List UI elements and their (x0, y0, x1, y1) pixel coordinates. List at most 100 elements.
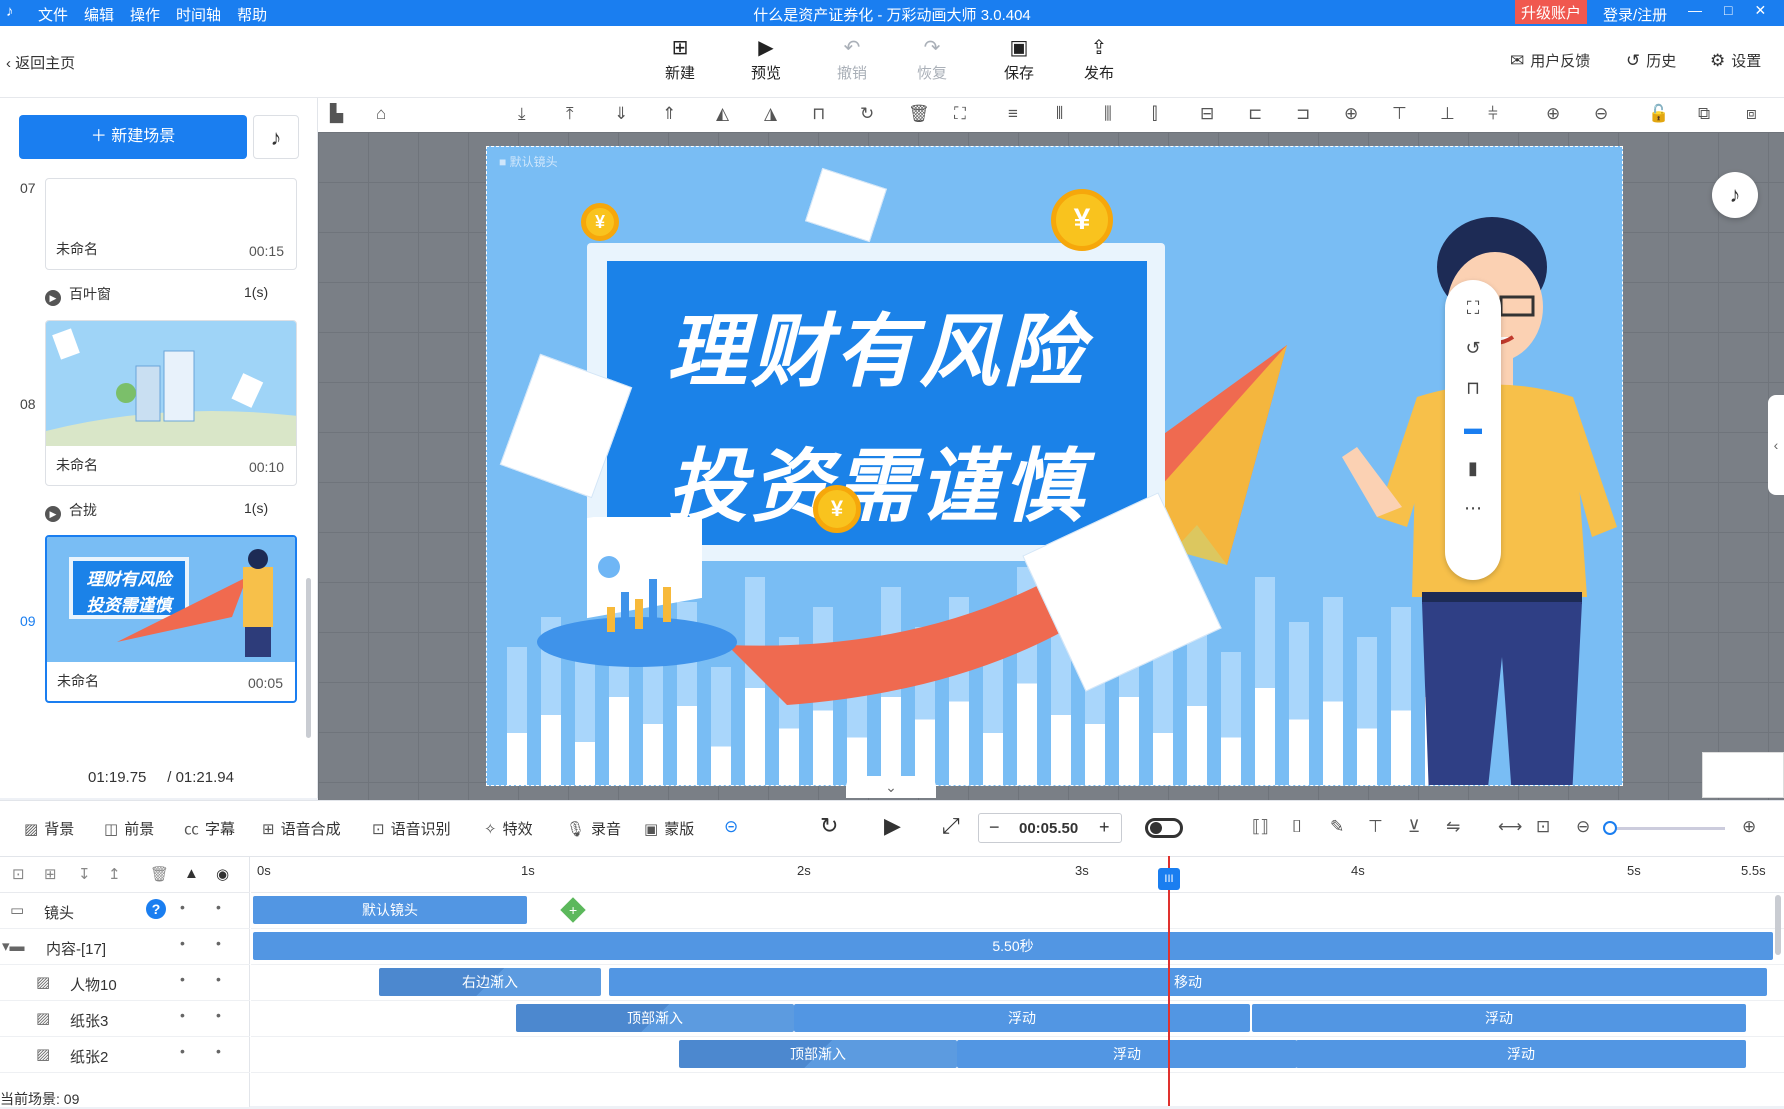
edit-icon[interactable]: ✎ (1330, 817, 1344, 837)
flip-vertical-icon[interactable]: ◮ (764, 104, 777, 124)
align-right-icon[interactable]: ⊐ (1296, 104, 1310, 124)
zoom-in-icon[interactable]: ⊕ (1742, 817, 1756, 837)
time-value[interactable]: 00:05.50 (1019, 820, 1078, 837)
clip[interactable]: 默认镜头 (253, 896, 527, 924)
visibility-dot[interactable]: • (180, 971, 185, 987)
unlock-icon[interactable]: 🔓 (1648, 104, 1669, 124)
feedback-button[interactable]: ✉ 用户反馈 (1510, 50, 1590, 71)
align-top-icon[interactable]: ⊤ (1392, 104, 1407, 124)
fullscreen-icon[interactable]: ⛶ (1445, 298, 1501, 319)
lock-icon[interactable]: ⊓ (812, 104, 825, 124)
record-button[interactable]: 🎙 录音 (566, 818, 621, 839)
fit-width-icon[interactable]: ⟷ (1498, 817, 1522, 837)
paste-icon[interactable]: ⧈ (1746, 104, 1757, 124)
flip-horizontal-icon[interactable]: ◭ (716, 104, 729, 124)
clip[interactable]: 5.50秒 (253, 932, 1773, 960)
filter-icon[interactable]: ⊻ (1408, 817, 1420, 837)
upgrade-button[interactable]: 升级账户 (1515, 0, 1588, 24)
background-button[interactable]: ▨ 背景 (24, 818, 74, 839)
ratio-icon[interactable]: ⊡ (1536, 817, 1550, 837)
mask-button[interactable]: ▣ 蒙版 (644, 818, 694, 839)
camera-icon[interactable]: ⌷ (1292, 817, 1302, 837)
home-icon[interactable]: ⌂ (376, 104, 386, 124)
fit-icon[interactable]: ⟦⟧ (1252, 817, 1269, 837)
coin-graphic[interactable]: ¥ (813, 485, 861, 533)
layer-row[interactable]: ▾▬ 内容-[17] • • (0, 929, 250, 965)
minus-icon[interactable]: − (989, 817, 1000, 838)
visibility-dot[interactable]: • (180, 935, 185, 951)
clip[interactable]: 浮动 (957, 1040, 1297, 1068)
clip[interactable]: 移动 (609, 968, 1767, 996)
clip[interactable]: 顶部渐入 (516, 1004, 794, 1032)
delete-icon[interactable]: 🗑 (150, 865, 169, 883)
adjust-icon[interactable]: ⇋ (1446, 817, 1460, 837)
menu-edit[interactable]: 编辑 (84, 4, 114, 25)
scene-scrollbar[interactable] (306, 578, 311, 738)
layer-row[interactable]: ▨ 纸张2 • • (0, 1037, 250, 1073)
layer-row[interactable]: ▭ 镜头 ? • • (0, 893, 250, 929)
visibility-dot[interactable]: • (180, 1007, 185, 1023)
minimap-thumbnail[interactable] (1702, 752, 1784, 798)
menu-timeline[interactable]: 时间轴 (176, 4, 221, 25)
asr-button[interactable]: ⊡ 语音识别 (372, 818, 451, 839)
subtitle-button[interactable]: ㏄字幕 (184, 818, 235, 839)
rotate-icon[interactable]: ↺ (1445, 338, 1501, 359)
plus-icon[interactable]: + (1099, 817, 1110, 838)
layer-down-icon[interactable]: ⇓ (614, 104, 628, 124)
coin-graphic[interactable]: ¥ (581, 203, 619, 241)
preview-button[interactable]: ▶ 预览 (739, 36, 793, 83)
desktop-icon[interactable]: ▬ (1445, 418, 1501, 439)
lock-dot[interactable]: • (216, 971, 221, 987)
coin-graphic[interactable]: ¥ (1051, 189, 1113, 251)
effects-button[interactable]: ✧ 特效 (484, 818, 533, 839)
ruler-icon[interactable]: ▙ (330, 104, 343, 124)
layer-bottom-icon[interactable]: ⤓ (518, 104, 526, 124)
transition-item[interactable]: ▶ 合拢 1(s) (45, 500, 268, 522)
foreground-button[interactable]: ◫ 前景 (104, 818, 154, 839)
zoom-out-icon[interactable]: ⊖ (1594, 104, 1608, 124)
replay-icon[interactable]: ↻ (820, 813, 838, 839)
align-hcenter-icon[interactable]: ⊟ (1200, 104, 1214, 124)
redo-button[interactable]: ↷ 恢复 (905, 36, 959, 83)
distribute-h-icon[interactable]: ⫩ (1488, 104, 1498, 124)
zoom-slider-knob[interactable] (1603, 821, 1617, 835)
copy-icon[interactable]: ⧉ (1698, 104, 1710, 124)
visibility-dot[interactable]: • (180, 1043, 185, 1059)
tts-button[interactable]: ⊞ 语音合成 (262, 818, 341, 839)
align-middle-icon[interactable]: ⫼ (1104, 104, 1112, 124)
more-options-icon[interactable]: ⊝ (724, 817, 738, 837)
align-center-icon[interactable]: ≡ (1008, 104, 1018, 124)
clip[interactable]: 右边渐入 (379, 968, 601, 996)
layer-row[interactable]: ▨ 纸张3 • • (0, 1001, 250, 1037)
align-hmid-icon[interactable]: ⊕ (1344, 104, 1358, 124)
menu-help[interactable]: 帮助 (237, 4, 267, 25)
minimize-icon[interactable]: — (1688, 2, 1702, 19)
collapse-canvas-button[interactable]: ⌄ (846, 776, 936, 798)
lock-dot[interactable]: • (216, 1007, 221, 1023)
new-button[interactable]: ⊞ 新建 (653, 36, 707, 83)
layer-row[interactable]: ▨ 人物10 • • (0, 965, 250, 1001)
login-button[interactable]: 登录/注册 (1603, 4, 1667, 25)
move-up-icon[interactable]: ↥ (108, 865, 121, 883)
canvas-area[interactable]: ■ 默认镜头 理财有风险 投资需谨慎 ¥ ¥ ¥ ⛶ ↺ ⊓ ▬ ▮ ⋯ (318, 132, 1784, 800)
clip[interactable]: 浮动 (1296, 1040, 1746, 1068)
align-left-icon[interactable]: ⊏ (1248, 104, 1262, 124)
settings-button[interactable]: ⚙ 设置 (1710, 50, 1761, 71)
split-icon[interactable]: ⊤ (1368, 817, 1383, 837)
timeline-scrollbar[interactable] (1775, 895, 1781, 955)
visibility-dot[interactable]: • (180, 899, 185, 915)
music-float-button[interactable]: ♪ (1712, 172, 1758, 218)
delete-icon[interactable]: 🗑 (908, 104, 930, 124)
layer-up-icon[interactable]: ⇑ (662, 104, 676, 124)
zoom-out-icon[interactable]: ⊖ (1576, 817, 1590, 837)
music-button[interactable]: ♪ (253, 115, 299, 159)
layer-top-icon[interactable]: ⤒ (566, 104, 574, 124)
help-icon[interactable]: ? (146, 899, 166, 919)
playhead[interactable] (1168, 856, 1170, 1106)
scene-card-09[interactable]: 理财有风险 投资需谨慎 未命名 00:05 (45, 535, 297, 703)
history-button[interactable]: ↺ 历史 (1626, 50, 1676, 71)
time-input[interactable]: − 00:05.50 + (978, 813, 1122, 843)
add-folder-icon[interactable]: ⊡ (12, 865, 25, 883)
scene-card-08[interactable]: 未命名 00:10 (45, 320, 297, 486)
new-folder-icon[interactable]: ⊞ (44, 865, 57, 883)
